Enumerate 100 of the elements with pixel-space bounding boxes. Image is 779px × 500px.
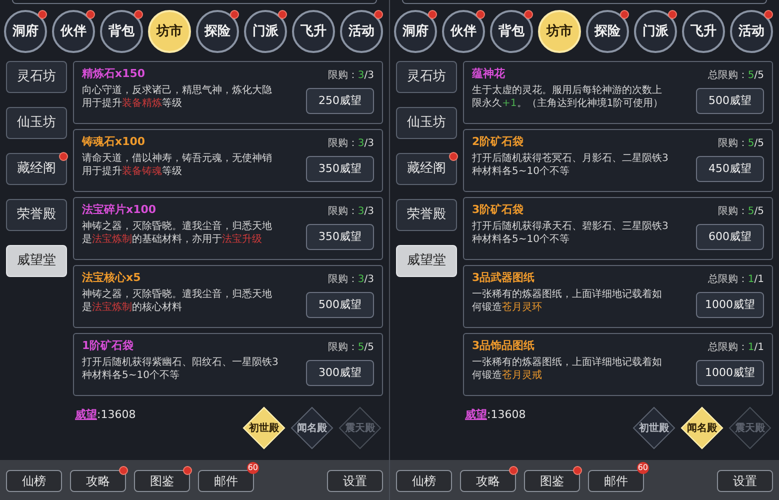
sidebar-item[interactable]: 藏经阁	[396, 153, 457, 185]
price-button[interactable]: 450威望	[696, 156, 764, 182]
limit-label: 限购：	[718, 205, 748, 219]
item-name: 1阶矿石袋	[82, 338, 135, 354]
price-button[interactable]: 350威望	[306, 224, 374, 250]
nav-tab[interactable]: 探险	[586, 10, 629, 53]
price-button[interactable]: 250威望	[306, 88, 374, 114]
item-name: 蕴神花	[472, 66, 506, 82]
sidebar-item[interactable]: 灵石坊	[396, 61, 457, 93]
price-button[interactable]: 350威望	[306, 156, 374, 182]
price-button[interactable]: 300威望	[306, 360, 374, 386]
nav-tab[interactable]: 飞升	[682, 10, 725, 53]
sidebar-item[interactable]: 威望堂	[6, 245, 67, 277]
item-description: 打开后随机获得苍冥石、月影石、二星陨铁3种材料各5~10个不等	[472, 152, 670, 178]
item-name: 法宝核心x5	[82, 270, 142, 286]
limit-count: 3	[358, 137, 364, 151]
price-button[interactable]: 600威望	[696, 224, 764, 250]
bottom-menu-button[interactable]: 攻略	[460, 470, 516, 492]
bottom-menu-button[interactable]: 攻略	[70, 470, 126, 492]
limit-count: 5	[748, 205, 754, 219]
nav-tab[interactable]: 探险	[196, 10, 239, 53]
limit-total: /3	[364, 137, 374, 151]
bottom-menu-button[interactable]: 邮件	[588, 470, 644, 492]
limit-count: 3	[358, 205, 364, 219]
nav-tab[interactable]: 背包	[490, 10, 533, 53]
sidebar-item[interactable]: 藏经阁	[6, 153, 67, 185]
limit-total: /3	[364, 273, 374, 287]
price-button[interactable]: 500威望	[696, 88, 764, 114]
nav-tab[interactable]: 坊市	[148, 10, 191, 53]
item-name: 3品饰品图纸	[472, 338, 536, 354]
nav-tab[interactable]: 背包	[100, 10, 143, 53]
sidebar-item[interactable]: 荣誉殿	[6, 199, 67, 231]
limit-label: 限购：	[328, 137, 358, 151]
nav-tab[interactable]: 坊市	[538, 10, 581, 53]
limit-label: 限购：	[328, 341, 358, 355]
item-name: 法宝碎片x100	[82, 202, 158, 218]
limit-total: /5	[754, 137, 764, 151]
sidebar-item[interactable]: 威望堂	[396, 245, 457, 277]
bottom-menu-button[interactable]: 仙榜	[6, 470, 62, 492]
item-name: 2阶矿石袋	[472, 134, 525, 150]
hall-tab[interactable]: 闻名殿	[291, 407, 333, 449]
limit-label: 限购：	[328, 205, 358, 219]
bottom-menu-button[interactable]: 图鉴	[134, 470, 190, 492]
limit-total: /5	[364, 341, 374, 355]
hall-tab[interactable]: 初世殿	[633, 407, 675, 449]
limit-count: 3	[358, 273, 364, 287]
item-description: 生于太虚的灵花。服用后每轮神游的次数上限永久+1。（主角达到化神境1阶可使用）	[472, 84, 664, 110]
hall-tab[interactable]: 初世殿	[243, 407, 285, 449]
count-badge: 60	[636, 462, 649, 474]
nav-tab[interactable]: 飞升	[292, 10, 335, 53]
sidebar-item[interactable]: 仙玉坊	[6, 107, 67, 139]
limit-label: 总限购：	[708, 68, 748, 83]
nav-tab[interactable]: 洞府	[4, 10, 47, 53]
limit-label: 总限购：	[708, 340, 748, 355]
limit-label: 总限购：	[708, 272, 748, 287]
sidebar-item[interactable]: 仙玉坊	[396, 107, 457, 139]
hall-tab[interactable]: 闻名殿	[681, 407, 723, 449]
limit-total: /1	[754, 273, 764, 287]
nav-tab[interactable]: 伙伴	[442, 10, 485, 53]
bottom-menu-button[interactable]: 设置	[327, 470, 383, 492]
item-description: 请命天道，借以神寿，铸吾元魂，无使神销用于提升装备铸魂等级	[82, 152, 273, 178]
sidebar-item[interactable]: 荣誉殿	[396, 199, 457, 231]
nav-tab[interactable]: 门派	[634, 10, 677, 53]
count-badge: 60	[246, 462, 259, 474]
item-name: 铸魂石x100	[82, 134, 146, 150]
item-name: 3阶矿石袋	[472, 202, 525, 218]
price-button[interactable]: 500威望	[306, 292, 374, 318]
currency-value: :13608	[487, 407, 526, 423]
price-button[interactable]: 1000威望	[696, 292, 764, 318]
item-description: 神铸之器，灭除昏晓。遣我尘音，归悉天地是法宝炼制的基础材料，亦用于法宝升级	[82, 220, 273, 246]
limit-label: 限购：	[328, 69, 358, 83]
item-name: 3品武器图纸	[472, 270, 536, 286]
nav-tab[interactable]: 洞府	[394, 10, 437, 53]
bottom-menu-button[interactable]: 图鉴	[524, 470, 580, 492]
bottom-menu-button[interactable]: 仙榜	[396, 470, 452, 492]
item-description: 打开后随机获得紫幽石、阳纹石、一星陨铁3种材料各5~10个不等	[82, 356, 280, 382]
limit-count: 3	[358, 69, 364, 83]
bottom-menu-button[interactable]: 邮件	[198, 470, 254, 492]
item-description: 一张稀有的炼器图纸，上面详细地记载着如何锻造苍月灵环	[472, 288, 663, 314]
limit-total: /5	[754, 69, 764, 83]
price-button[interactable]: 1000威望	[696, 360, 764, 386]
nav-tab[interactable]: 伙伴	[52, 10, 95, 53]
limit-total: /1	[754, 341, 764, 355]
limit-count: 5	[748, 69, 754, 83]
item-description: 向心守道，反求诸己，精思气神，炼化大隐用于提升装备精炼等级	[82, 84, 273, 110]
bottom-menu-button[interactable]: 设置	[717, 470, 773, 492]
limit-label: 限购：	[328, 273, 358, 287]
limit-count: 5	[748, 137, 754, 151]
nav-tab[interactable]: 门派	[244, 10, 287, 53]
nav-tab[interactable]: 活动	[730, 10, 773, 53]
limit-total: /5	[754, 205, 764, 219]
item-name: 精炼石x150	[82, 66, 146, 82]
sidebar-item[interactable]: 灵石坊	[6, 61, 67, 93]
nav-tab[interactable]: 活动	[340, 10, 383, 53]
limit-count: 1	[748, 341, 754, 355]
limit-count: 5	[358, 341, 364, 355]
limit-total: /3	[364, 205, 374, 219]
item-description: 一张稀有的炼器图纸，上面详细地记载着如何锻造苍月灵戒	[472, 356, 663, 382]
limit-label: 限购：	[718, 137, 748, 151]
limit-count: 1	[748, 273, 754, 287]
